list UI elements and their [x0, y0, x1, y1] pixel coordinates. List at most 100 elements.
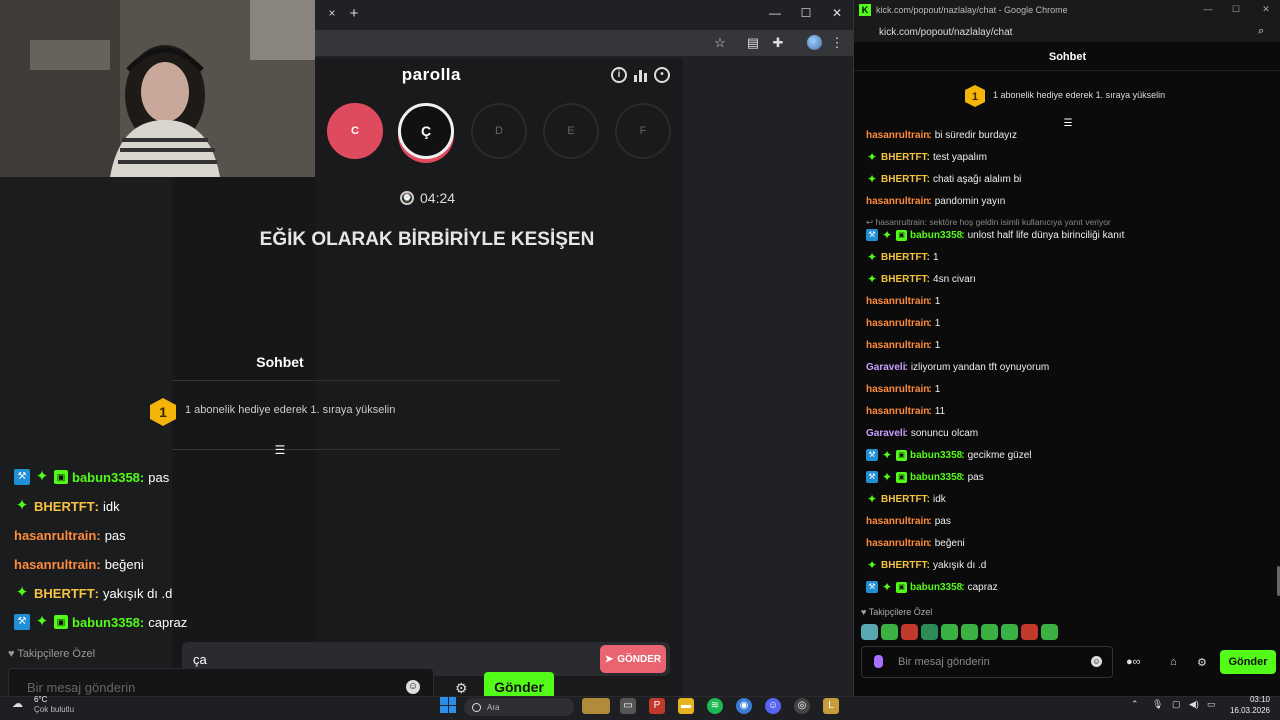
- chat-username[interactable]: hasanrultrain: [866, 296, 929, 307]
- close-window-button[interactable]: ✕: [1258, 4, 1274, 18]
- chat-username[interactable]: hasanrultrain: [866, 196, 929, 207]
- chat-message: ⚒ ✦ ▣ babun3358: unlost half life dünya biri…: [866, 228, 1124, 242]
- address-bar[interactable]: ☆ ▤ ✚ ⋮: [315, 30, 853, 56]
- chat-username[interactable]: hasanrultrain: [14, 557, 96, 572]
- chat-username[interactable]: babun3358: [910, 450, 962, 461]
- scroll-to-bottom-icon[interactable]: ☰: [1062, 118, 1074, 130]
- chat-username[interactable]: babun3358: [72, 615, 140, 630]
- scroll-to-bottom-icon[interactable]: ☰: [272, 443, 288, 457]
- chat-username[interactable]: babun3358: [72, 470, 140, 485]
- close-tab-icon[interactable]: ×: [325, 6, 339, 20]
- emote-icon[interactable]: [901, 624, 918, 640]
- league-client-icon[interactable]: L: [823, 698, 839, 714]
- battery-icon[interactable]: ▭: [1207, 699, 1216, 710]
- emote-icon[interactable]: [1001, 624, 1018, 640]
- kicks-icon[interactable]: ●∞: [1126, 656, 1141, 668]
- letter-circle-c-cedilla[interactable]: Ç: [398, 103, 454, 159]
- start-button[interactable]: [440, 697, 456, 713]
- chat-username[interactable]: Garaveli: [866, 362, 905, 373]
- emote-icon[interactable]: [881, 624, 898, 640]
- account-icon[interactable]: •: [654, 67, 670, 83]
- chat-message: hasanrultrain:11: [866, 404, 945, 418]
- chat-username[interactable]: BHERTFT: [881, 174, 928, 185]
- chat-username[interactable]: BHERTFT: [881, 252, 928, 263]
- task-view-icon[interactable]: ▭: [620, 698, 636, 714]
- chat-username[interactable]: BHERTFT: [881, 152, 928, 163]
- letter-circle-c[interactable]: C: [327, 103, 383, 159]
- emote-icon[interactable]: [1041, 624, 1058, 640]
- weather-cloud-icon[interactable]: ☁: [12, 697, 28, 710]
- chat-username[interactable]: hasanrultrain: [14, 528, 96, 543]
- letter-circle-f[interactable]: F: [615, 103, 671, 159]
- weather-temperature[interactable]: 6°C: [34, 695, 47, 704]
- chat-username[interactable]: Garaveli: [866, 428, 905, 439]
- pocket-app-icon[interactable]: P: [649, 698, 665, 714]
- chat-username[interactable]: hasanrultrain: [866, 318, 929, 329]
- close-window-button[interactable]: ✕: [825, 4, 849, 22]
- letter-circle-e[interactable]: E: [543, 103, 599, 159]
- store-icon[interactable]: ⌂: [1170, 656, 1177, 668]
- chat-username[interactable]: BHERTFT: [34, 499, 95, 514]
- gear-icon[interactable]: ⚙: [455, 680, 468, 697]
- letter-circle-d[interactable]: D: [471, 103, 527, 159]
- send-button[interactable]: Gönder: [1220, 650, 1276, 674]
- chat-username[interactable]: BHERTFT: [881, 560, 928, 571]
- maximize-button[interactable]: ☐: [794, 4, 818, 22]
- chat-username[interactable]: babun3358: [910, 472, 962, 483]
- emote-icon[interactable]: [921, 624, 938, 640]
- network-icon[interactable]: ▢: [1172, 699, 1181, 710]
- profile-avatar[interactable]: [807, 35, 822, 50]
- bookmark-star-icon[interactable]: ☆: [710, 33, 730, 53]
- chat-username[interactable]: hasanrultrain: [866, 406, 929, 417]
- zoom-icon[interactable]: ⌕: [1258, 25, 1264, 38]
- clock-date[interactable]: 16.03.2026: [1222, 706, 1270, 715]
- spotify-icon[interactable]: ≋: [707, 698, 723, 714]
- maximize-button[interactable]: ☐: [1228, 4, 1244, 18]
- steam-icon[interactable]: ◎: [794, 698, 810, 714]
- sub-gift-notice[interactable]: 1 abonelik hediye ederek 1. sıraya yükse…: [185, 404, 395, 416]
- chat-message: hasanrultrain:1: [866, 294, 940, 308]
- volume-icon[interactable]: ◀): [1189, 699, 1199, 710]
- extensions-icon[interactable]: ✚: [768, 33, 788, 53]
- microphone-icon[interactable]: [874, 655, 883, 668]
- chat-username[interactable]: BHERTFT: [881, 494, 928, 505]
- emoji-icon[interactable]: ☺: [1091, 656, 1102, 667]
- emote-icon[interactable]: [941, 624, 958, 640]
- weather-description[interactable]: Çok bulutlu: [34, 705, 74, 714]
- chat-username[interactable]: BHERTFT: [881, 274, 928, 285]
- chat-username[interactable]: babun3358: [910, 582, 962, 593]
- gear-icon[interactable]: ⚙: [1197, 656, 1207, 669]
- emote-icon[interactable]: [981, 624, 998, 640]
- chat-username[interactable]: hasanrultrain: [866, 130, 929, 141]
- new-tab-button[interactable]: +: [345, 5, 363, 23]
- emoji-icon[interactable]: ☺: [406, 680, 420, 694]
- minimize-button[interactable]: —: [763, 4, 787, 22]
- chat-username[interactable]: babun3358: [910, 230, 962, 241]
- minimize-button[interactable]: —: [1200, 4, 1216, 18]
- menu-icon[interactable]: ⋮: [827, 33, 847, 53]
- tray-expand-icon[interactable]: ⌃: [1131, 699, 1139, 710]
- stats-icon[interactable]: [632, 67, 648, 83]
- sub-gift-notice[interactable]: 1 abonelik hediye ederek 1. sıraya yükse…: [993, 90, 1165, 100]
- clock-time[interactable]: 03:10: [1240, 695, 1270, 704]
- discord-icon[interactable]: ☺: [765, 698, 781, 714]
- chrome-icon[interactable]: ◉: [736, 698, 752, 714]
- microphone-tray-icon[interactable]: 🎙: [1152, 699, 1163, 710]
- emote-icon[interactable]: [961, 624, 978, 640]
- send-button[interactable]: ➤ GÖNDER: [600, 645, 666, 673]
- emote-icon[interactable]: [861, 624, 878, 640]
- widget-thumbnail[interactable]: [582, 698, 610, 714]
- file-explorer-icon[interactable]: ▬: [678, 698, 694, 714]
- info-icon[interactable]: i: [611, 67, 627, 83]
- chat-username[interactable]: hasanrultrain: [866, 516, 929, 527]
- chat-input-value[interactable]: ça: [193, 652, 207, 667]
- chat-username[interactable]: hasanrultrain: [866, 340, 929, 351]
- chat-username[interactable]: hasanrultrain: [866, 538, 929, 549]
- address-text[interactable]: kick.com/popout/nazlalay/chat: [879, 27, 1012, 38]
- chat-username[interactable]: hasanrultrain: [866, 384, 929, 395]
- kick-logo-icon: K: [859, 4, 871, 16]
- emote-icon[interactable]: [1021, 624, 1038, 640]
- translate-icon[interactable]: ▤: [743, 33, 763, 53]
- taskbar-search[interactable]: Ara: [464, 698, 574, 716]
- chat-username[interactable]: BHERTFT: [34, 586, 95, 601]
